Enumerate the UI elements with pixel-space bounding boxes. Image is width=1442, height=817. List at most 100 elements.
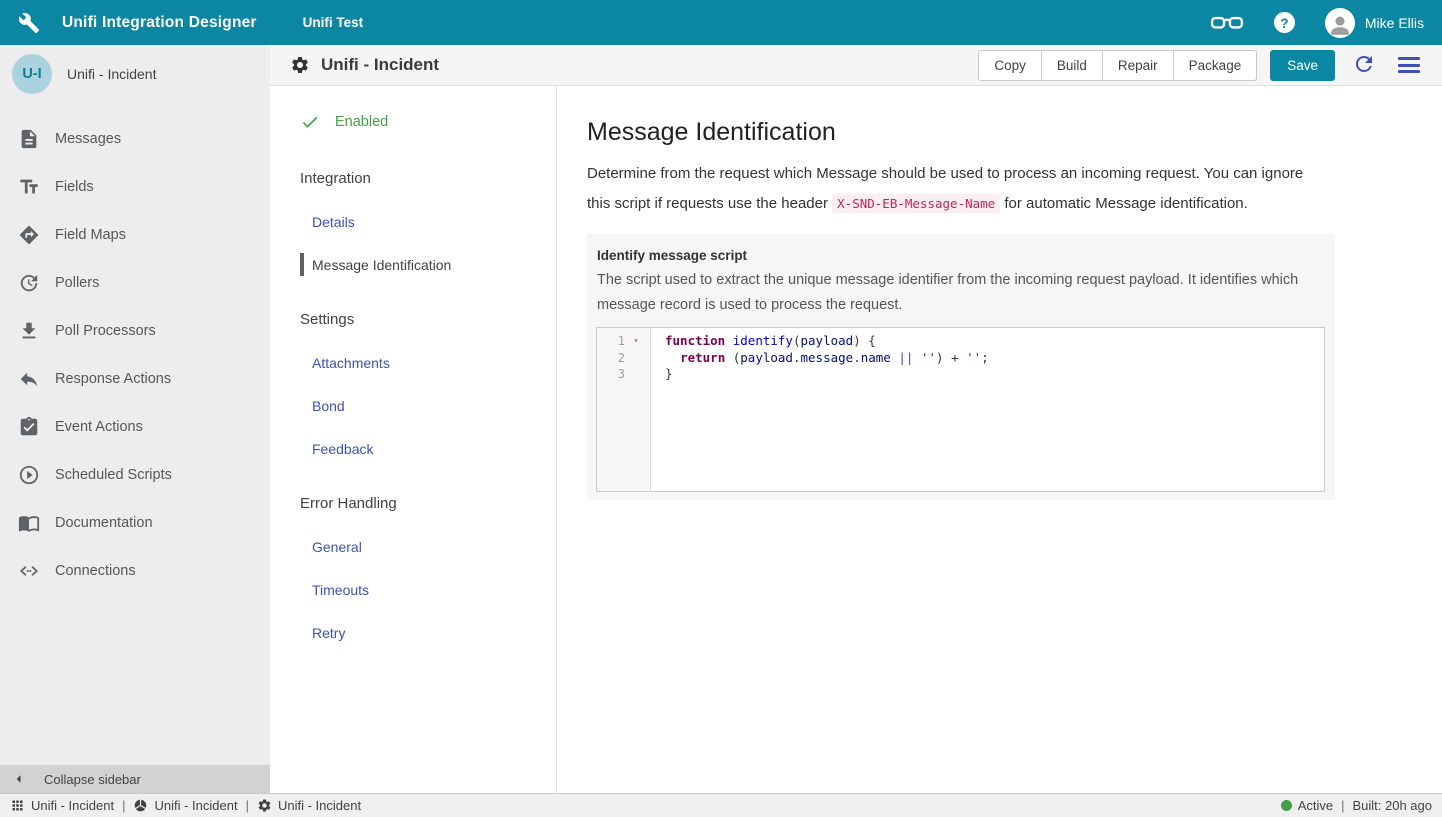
repair-button[interactable]: Repair [1102,50,1174,81]
sidebar-item-response-actions[interactable]: Response Actions [0,355,270,403]
subnav-section-error-handling: Error Handling General Timeouts Retry [300,495,556,641]
helm-icon [133,798,148,813]
topbar-right: ? Mike Ellis [1210,6,1424,40]
active-status-dot [1281,800,1292,811]
statusbar-item[interactable]: Unifi - Incident [10,798,114,813]
sidebar-item-messages[interactable]: Messages [0,115,270,163]
statusbar-item-label: Unifi - Incident [31,798,114,813]
statusbar-separator: | [122,798,125,813]
editor-code-area[interactable]: function identify(payload) { return (pay… [651,328,989,491]
document-icon [18,128,40,150]
collapse-sidebar-button[interactable]: Collapse sidebar [0,765,270,793]
collapse-sidebar-label: Collapse sidebar [44,772,141,787]
card-description: The script used to extract the unique me… [597,268,1325,318]
reply-icon [18,368,40,390]
gutter-row: 2 [597,350,650,367]
script-editor[interactable]: 1▾23 function identify(payload) { return… [596,327,1325,492]
statusbar-left: Unifi - Incident | Unifi - Incident | Unifi … [10,798,361,813]
panel-header: Unifi - Incident CopyBuildRepairPackage … [270,45,1442,86]
sidebar-item-connections[interactable]: Connections [0,547,270,595]
clipboard-check-icon [18,416,40,438]
menu-button[interactable] [1398,57,1420,73]
grid-icon [10,798,25,813]
sidebar-item-documentation[interactable]: Documentation [0,499,270,547]
subnav-sections: IntegrationDetailsMessage Identification… [300,170,556,641]
page-title: Message Identification [587,118,1412,147]
description-text-after: for automatic Message identification. [1000,195,1248,212]
statusbar-item-label: Unifi - Incident [278,798,361,813]
page-description: Determine from the request which Message… [587,159,1327,219]
package-button[interactable]: Package [1173,50,1258,81]
header-name-code: X-SND-EB-Message-Name [832,194,1000,213]
sidebar-item-label: Event Actions [55,419,143,435]
subnav-link-details[interactable]: Details [312,214,556,230]
subnav-link-timeouts[interactable]: Timeouts [312,582,556,598]
subnav-link-feedback[interactable]: Feedback [312,441,556,457]
sidebar-item-fields[interactable]: Fields [0,163,270,211]
user-avatar[interactable] [1325,8,1355,38]
sidebar-item-label: Documentation [55,515,153,531]
app-title: Unifi Integration Designer [62,14,257,32]
save-button[interactable]: Save [1270,50,1335,81]
subnav-link-message-identification[interactable]: Message Identification [312,257,556,273]
unifi-integration-designer-app: Unifi Integration Designer Unifi Test ? … [0,0,1442,817]
action-button-group: CopyBuildRepairPackage [978,50,1257,81]
subnav-heading: Settings [300,311,556,328]
sidebar-item-scheduled-scripts[interactable]: Scheduled Scripts [0,451,270,499]
sidebar-item-label: Field Maps [55,227,126,243]
gear-icon [257,798,272,813]
refresh-icon [1352,52,1376,76]
gear-icon [290,55,310,75]
line-number: 2 [597,350,625,367]
line-number: 1 [597,333,625,350]
main-panel: Unifi - Incident CopyBuildRepairPackage … [270,45,1442,793]
user-name[interactable]: Mike Ellis [1365,15,1424,31]
sidebar-item-label: Scheduled Scripts [55,467,172,483]
subnav-link-bond[interactable]: Bond [312,398,556,414]
help-icon[interactable]: ? [1274,12,1295,33]
subnav-link-attachments[interactable]: Attachments [312,355,556,371]
glasses-icon[interactable] [1210,6,1244,40]
sidebar-item-event-actions[interactable]: Event Actions [0,403,270,451]
book-icon [18,512,40,534]
directions-icon [18,224,40,246]
download-icon [18,320,40,342]
sidebar-item-field-maps[interactable]: Field Maps [0,211,270,259]
subnav-section-integration: IntegrationDetailsMessage Identification [300,170,556,273]
statusbar-item[interactable]: Unifi - Incident [257,798,361,813]
built-label: Built: 20h ago [1352,798,1432,813]
statusbar-separator: | [246,798,249,813]
subnav-link-retry[interactable]: Retry [312,625,556,641]
subnav-section-settings: Settings Attachments Bond Feedback [300,311,556,457]
gutter-row: 3 [597,366,650,383]
code-line: function identify(payload) { [665,333,989,350]
sidebar-integration-row[interactable]: U-I Unifi - Incident [0,45,270,103]
sidebar-item-label: Connections [55,563,136,579]
panel-title: Unifi - Incident [321,55,439,75]
subnav-heading: Error Handling [300,495,556,512]
build-button[interactable]: Build [1041,50,1103,81]
sidebar-item-label: Response Actions [55,371,171,387]
connections-icon [18,560,40,582]
subnav-link-general[interactable]: General [312,539,556,555]
top-bar: Unifi Integration Designer Unifi Test ? … [0,0,1442,45]
sidebar-item-pollers[interactable]: Pollers [0,259,270,307]
sidebar-item-label: Pollers [55,275,99,291]
copy-button[interactable]: Copy [978,50,1042,81]
sidebar-nav: Messages Fields Field Maps Pollers Poll Proc… [0,103,270,765]
statusbar-separator: | [1341,798,1344,813]
play-circle-icon [18,464,40,486]
sidebar-item-poll-processors[interactable]: Poll Processors [0,307,270,355]
statusbar-item[interactable]: Unifi - Incident [133,798,237,813]
fold-arrow-icon[interactable]: ▾ [625,333,647,350]
wrench-icon [18,12,40,34]
header-actions: CopyBuildRepairPackage Save [978,50,1428,81]
refresh-button[interactable] [1352,52,1376,79]
environment-name: Unifi Test [303,15,364,30]
integration-avatar: U-I [12,54,52,94]
integration-name: Unifi - Incident [67,66,156,82]
sidebar-item-label: Fields [55,179,94,195]
sidebar-item-label: Messages [55,131,121,147]
gutter-row: 1▾ [597,333,650,350]
sidebar: U-I Unifi - Incident Messages Fields Field… [0,45,270,793]
